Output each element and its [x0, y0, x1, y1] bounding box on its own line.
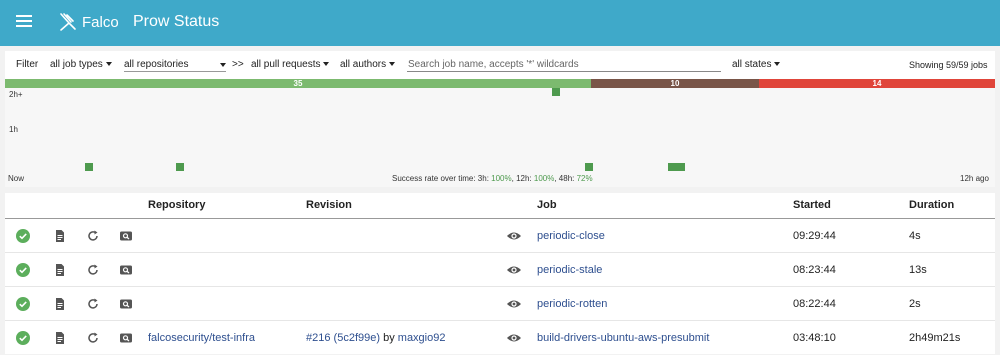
app-header: Falco Prow Status — [0, 0, 1000, 46]
jobs-table: Repository Revision Job Started Duration… — [5, 193, 995, 354]
job-count: Showing 59/59 jobs — [909, 60, 988, 70]
chevron-down-icon — [774, 62, 781, 66]
commit-link[interactable]: (5c2f99e) — [334, 332, 380, 344]
rerun-icon[interactable] — [86, 229, 100, 243]
duration-value: 4s — [909, 230, 921, 242]
eye-icon[interactable] — [506, 297, 522, 311]
chevron-down-icon — [389, 62, 396, 66]
eye-icon[interactable] — [506, 263, 522, 277]
inspect-icon[interactable] — [119, 263, 133, 277]
col-revision[interactable]: Revision — [306, 199, 352, 211]
eye-icon[interactable] — [506, 331, 522, 345]
brand-name: Falco — [82, 13, 119, 31]
job-search-input[interactable] — [407, 57, 721, 72]
y-label-top: 2h+ — [9, 90, 23, 99]
success-check-icon — [16, 331, 30, 345]
pr-link[interactable]: #216 — [306, 332, 330, 344]
revision-cell: #216 (5c2f99e) by maxgio92 — [306, 332, 445, 344]
repository-value: all repositories — [124, 59, 189, 70]
log-file-icon[interactable] — [53, 229, 67, 243]
state-select[interactable]: all states — [732, 59, 781, 70]
state-value: all states — [732, 59, 772, 70]
table-row[interactable]: periodic-close 09:29:44 4s — [5, 219, 995, 253]
pull-request-value: all pull requests — [251, 59, 321, 70]
falco-logo-icon — [60, 13, 76, 31]
inspect-icon[interactable] — [119, 229, 133, 243]
eye-icon[interactable] — [506, 229, 522, 243]
success-rate-text: Success rate over time: 3h: 100%, 12h: 1… — [392, 174, 593, 183]
job-duration-mark[interactable] — [85, 163, 93, 171]
job-duration-mark[interactable] — [176, 163, 184, 171]
chevron-down-icon — [220, 63, 226, 67]
rate-sep: , 12h: — [511, 174, 534, 183]
log-file-icon[interactable] — [53, 263, 67, 277]
table-row[interactable]: falcosecurity/test-infra #216 (5c2f99e) … — [5, 321, 995, 355]
rerun-icon[interactable] — [86, 331, 100, 345]
started-time: 08:23:44 — [793, 264, 836, 276]
log-file-icon[interactable] — [53, 331, 67, 345]
success-check-icon — [16, 297, 30, 311]
chevron-down-icon — [323, 62, 330, 66]
col-repository[interactable]: Repository — [148, 199, 205, 211]
job-duration-mark[interactable] — [552, 88, 560, 96]
job-link[interactable]: periodic-stale — [537, 264, 602, 276]
duration-value: 2h49m21s — [909, 332, 961, 344]
inspect-icon[interactable] — [119, 331, 133, 345]
col-started[interactable]: Started — [793, 199, 831, 211]
y-label-mid: 1h — [9, 125, 18, 134]
job-link[interactable]: periodic-rotten — [537, 298, 607, 310]
col-job[interactable]: Job — [537, 199, 557, 211]
pull-request-select[interactable]: all pull requests — [251, 59, 330, 70]
started-time: 09:29:44 — [793, 230, 836, 242]
rate-3h: 100% — [491, 174, 512, 183]
rate-12h: 100% — [533, 174, 555, 183]
col-duration[interactable]: Duration — [909, 199, 954, 211]
log-file-icon[interactable] — [53, 297, 67, 311]
rate-sep: , 48h: — [554, 174, 577, 183]
page-title: Prow Status — [133, 13, 220, 30]
job-duration-mark[interactable] — [668, 163, 685, 171]
rerun-icon[interactable] — [86, 297, 100, 311]
duration-value: 13s — [909, 264, 927, 276]
job-link[interactable]: build-drivers-ubuntu-aws-presubmit — [537, 332, 709, 344]
filter-separator: >> — [232, 59, 244, 70]
success-check-icon — [16, 229, 30, 243]
hamburger-menu-icon[interactable] — [16, 15, 32, 29]
duration-value: 2s — [909, 298, 921, 310]
inspect-icon[interactable] — [119, 297, 133, 311]
filter-row: Filter all job types all repositories >>… — [5, 51, 995, 78]
started-time: 08:22:44 — [793, 298, 836, 310]
job-duration-mark[interactable] — [585, 163, 593, 171]
brand-logo[interactable]: Falco — [58, 11, 119, 33]
filter-label: Filter — [16, 59, 39, 70]
x-label-12h: 12h ago — [960, 174, 989, 183]
x-label-now: Now — [8, 174, 25, 183]
started-time: 03:48:10 — [793, 332, 836, 344]
success-check-icon — [16, 263, 30, 277]
job-type-select[interactable]: all job types — [50, 59, 112, 70]
failure-bar[interactable]: 14 — [759, 79, 995, 88]
job-type-value: all job types — [50, 59, 103, 70]
rate-48h: 72% — [576, 174, 593, 183]
rerun-icon[interactable] — [86, 263, 100, 277]
chevron-down-icon — [105, 62, 112, 66]
job-link[interactable]: periodic-close — [537, 230, 605, 242]
author-value: all authors — [340, 59, 387, 70]
success-rate-label: Success rate over time: 3h: — [392, 174, 492, 183]
repository-link[interactable]: falcosecurity/test-infra — [148, 332, 255, 344]
duration-chart: 2h+ 1h Now Success rate over time: 3h: 1… — [5, 88, 995, 187]
repository-select[interactable]: all repositories — [124, 59, 226, 72]
by-text: by — [383, 332, 395, 344]
status-panel: Filter all job types all repositories >>… — [5, 51, 995, 187]
author-link[interactable]: maxgio92 — [398, 332, 446, 344]
success-bar[interactable]: 35 — [5, 79, 591, 88]
author-select[interactable]: all authors — [340, 59, 396, 70]
table-row[interactable]: periodic-rotten 08:22:44 2s — [5, 287, 995, 321]
pending-bar[interactable]: 10 — [591, 79, 759, 88]
table-row[interactable]: periodic-stale 08:23:44 13s — [5, 253, 995, 287]
